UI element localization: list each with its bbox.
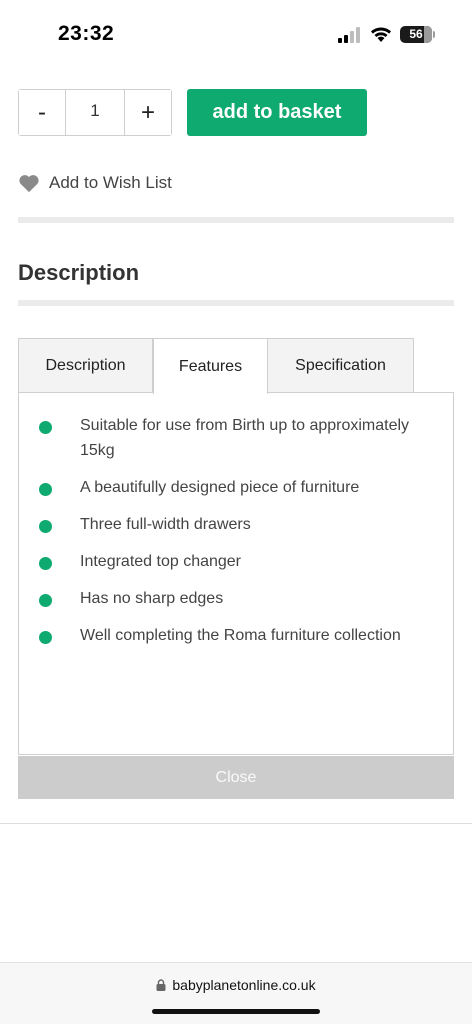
list-item: Well completing the Roma furniture colle… xyxy=(37,623,427,648)
url-text: babyplanetonline.co.uk xyxy=(172,977,316,993)
bullet-icon xyxy=(39,483,52,496)
bullet-icon xyxy=(39,520,52,533)
divider xyxy=(18,217,454,223)
list-item: Three full-width drawers xyxy=(37,512,427,537)
feature-text: A beautifully designed piece of furnitur… xyxy=(80,479,360,496)
divider xyxy=(18,300,454,306)
bullet-icon xyxy=(39,594,52,607)
browser-address-bar[interactable]: babyplanetonline.co.uk xyxy=(0,962,472,1024)
cellular-signal-icon xyxy=(338,27,360,43)
feature-text: Integrated top changer xyxy=(80,553,242,570)
features-list: Suitable for use from Birth up to approx… xyxy=(37,413,427,660)
feature-text: Suitable for use from Birth up to approx… xyxy=(80,417,410,459)
wifi-icon xyxy=(371,27,391,42)
divider xyxy=(0,823,472,824)
lock-icon xyxy=(156,979,166,991)
feature-text: Well completing the Roma furniture colle… xyxy=(80,627,401,644)
list-item: Suitable for use from Birth up to approx… xyxy=(37,413,427,463)
close-button[interactable]: Close xyxy=(18,756,454,799)
status-time: 23:32 xyxy=(58,22,115,45)
heart-icon xyxy=(19,175,39,193)
quantity-input[interactable] xyxy=(66,90,124,135)
section-title: Description xyxy=(18,260,140,285)
add-to-wish-list-link[interactable]: Add to Wish List xyxy=(18,172,172,194)
battery-cap xyxy=(433,31,435,38)
add-to-basket-button[interactable]: add to basket xyxy=(187,89,367,136)
home-indicator[interactable] xyxy=(152,1009,320,1014)
tab-specification[interactable]: Specification xyxy=(267,338,414,393)
quantity-stepper: - + xyxy=(18,89,172,136)
tab-description[interactable]: Description xyxy=(18,338,153,393)
bullet-icon xyxy=(39,631,52,644)
tab-features[interactable]: Features xyxy=(153,338,268,394)
list-item: Integrated top changer xyxy=(37,549,427,574)
status-bar: 23:32 56 xyxy=(0,0,472,70)
decrease-quantity-button[interactable]: - xyxy=(19,90,66,135)
battery-icon: 56 xyxy=(400,26,432,43)
features-panel: Suitable for use from Birth up to approx… xyxy=(18,392,454,755)
bullet-icon xyxy=(39,421,52,434)
feature-text: Has no sharp edges xyxy=(80,590,224,607)
wish-list-label: Add to Wish List xyxy=(49,173,172,192)
increase-quantity-button[interactable]: + xyxy=(124,90,171,135)
bullet-icon xyxy=(39,557,52,570)
list-item: Has no sharp edges xyxy=(37,586,427,611)
feature-text: Three full-width drawers xyxy=(80,516,251,533)
battery-level: 56 xyxy=(409,27,423,41)
url-display[interactable]: babyplanetonline.co.uk xyxy=(0,977,472,993)
list-item: A beautifully designed piece of furnitur… xyxy=(37,475,427,500)
